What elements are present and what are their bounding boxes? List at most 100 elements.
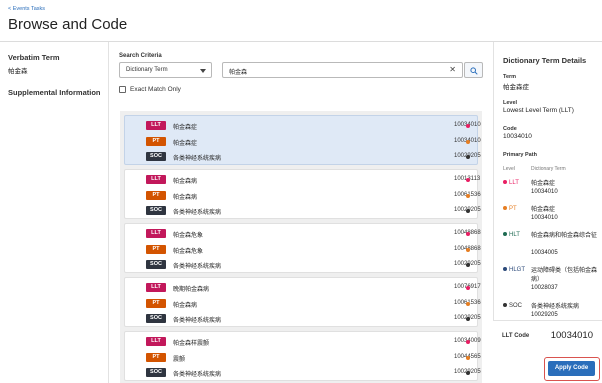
path-term-code: 10029205 — [531, 312, 558, 318]
search-button[interactable] — [464, 62, 483, 78]
result-row[interactable]: SOC各类神经系统疾病10029205 — [125, 150, 481, 164]
level-badge: PT — [146, 191, 166, 200]
level-badge: LLT — [146, 121, 166, 130]
result-card[interactable]: LLT帕金森危象10048868PT帕金森危象10048868SOC各类神经系统… — [124, 223, 481, 273]
level-dot-icon — [503, 303, 507, 308]
term-text: 各类神经系统疾病 — [173, 156, 222, 162]
term-text: 帕金森样震颤 — [173, 341, 210, 347]
path-term-code: 10034005 — [531, 250, 558, 256]
search-icon — [470, 67, 478, 75]
level-dot-icon — [466, 209, 470, 213]
path-level-label: HLGT — [509, 267, 526, 273]
term-text: 帕金森危象 — [173, 249, 204, 255]
results-list[interactable]: LLT帕金森症10034010PT帕金森症10034010SOC各类神经系统疾病… — [120, 111, 482, 383]
page-title: Browse and Code — [8, 16, 128, 33]
result-card[interactable]: LLT帕金森症10034010PT帕金森症10034010SOC各类神经系统疾病… — [124, 115, 481, 165]
chevron-down-icon — [200, 69, 206, 73]
level-badge: LLT — [146, 283, 166, 292]
result-card[interactable]: LLT帕金森病10013113PT帕金森病10061536SOC各类神经系统疾病… — [124, 169, 481, 219]
path-level-label: HLT — [509, 232, 520, 238]
result-row[interactable]: LLT帕金森症10034010 — [125, 119, 481, 133]
result-row[interactable]: PT帕金森症10034010 — [125, 135, 481, 149]
level-dot-icon — [503, 232, 507, 237]
result-row[interactable]: LLT帕金森样震颤10034009 — [125, 335, 481, 349]
path-level: HLGT — [503, 267, 525, 273]
level-badge: PT — [146, 137, 166, 146]
level-dot-icon — [466, 232, 470, 236]
level-dot-icon — [466, 155, 470, 159]
term-text: 晚期帕金森病 — [173, 287, 210, 293]
level-badge: SOC — [146, 260, 166, 269]
level-dot-icon — [466, 356, 470, 360]
level-badge: LLT — [146, 229, 166, 238]
search-panel: Search Criteria Dictionary Term 帕金森 ✕ Ex… — [110, 42, 492, 383]
path-level: PT — [503, 206, 517, 212]
result-row[interactable]: LLT晚期帕金森病10076917 — [125, 281, 481, 295]
result-row[interactable]: PT震颤10044565 — [125, 351, 481, 365]
primary-path-label: Primary Path — [503, 152, 537, 158]
checkbox-box[interactable] — [119, 86, 126, 93]
level-badge: LLT — [146, 175, 166, 184]
level-dot-icon — [466, 194, 470, 198]
back-link-events-tasks[interactable]: < Events Tasks — [8, 6, 45, 12]
term-text: 帕金森病 — [173, 195, 198, 201]
search-input[interactable]: 帕金森 ✕ — [222, 62, 463, 78]
apply-code-button[interactable]: Apply Code — [548, 361, 595, 376]
level-badge: PT — [146, 245, 166, 254]
code-label: Code — [503, 126, 517, 132]
level-dot-icon — [466, 302, 470, 306]
result-card[interactable]: LLT晚期帕金森病10076917PT帕金森病10061536SOC各类神经系统… — [124, 277, 481, 327]
apply-code-highlight: Apply Code — [544, 357, 600, 381]
level-dot-icon — [466, 371, 470, 375]
result-row[interactable]: PT帕金森危象10048868 — [125, 243, 481, 257]
top-header: < Events Tasks Browse and Code — [0, 0, 602, 42]
result-row[interactable]: PT帕金森病10061536 — [125, 297, 481, 311]
level-dot-icon — [503, 267, 507, 272]
result-row[interactable]: SOC各类神经系统疾病10029205 — [125, 258, 481, 272]
level-dot-icon — [466, 286, 470, 290]
exact-match-label: Exact Match Only — [130, 86, 181, 93]
term-text: 帕金森症 — [173, 141, 198, 147]
level-dot-icon — [503, 180, 507, 185]
result-row[interactable]: LLT帕金森危象10048868 — [125, 227, 481, 241]
search-criteria-label: Search Criteria — [119, 53, 162, 59]
supplemental-info-heading: Supplemental Information — [8, 88, 101, 97]
result-row[interactable]: SOC各类神经系统疾病10029205 — [125, 204, 481, 218]
term-text: 各类神经系统疾病 — [173, 264, 222, 270]
level-dot-icon — [466, 340, 470, 344]
search-input-value: 帕金森 — [229, 70, 248, 76]
llt-code-label: LLT Code — [502, 333, 530, 339]
level-dot-icon — [466, 317, 470, 321]
term-text: 帕金森病 — [173, 303, 198, 309]
verbatim-term-heading: Verbatim Term — [8, 53, 60, 62]
level-badge: PT — [146, 353, 166, 362]
clear-icon[interactable]: ✕ — [449, 65, 456, 74]
term-text: 各类神经系统疾病 — [173, 372, 222, 378]
term-text: 帕金森病 — [173, 179, 198, 185]
level-dot-icon — [466, 124, 470, 128]
result-row[interactable]: SOC各类神经系统疾病10029205 — [125, 366, 481, 380]
path-term-name: 运动障碍类（包括帕金森病） — [531, 268, 598, 283]
result-card[interactable]: LLT帕金森样震颤10034009PT震颤10044565SOC各类神经系统疾病… — [124, 331, 481, 381]
search-criteria-selected: Dictionary Term — [126, 67, 168, 73]
search-criteria-select[interactable]: Dictionary Term — [119, 62, 212, 78]
path-term-name: 帕金森病和帕金森综合征 — [531, 233, 598, 239]
path-term-code: 10034010 — [531, 215, 558, 221]
result-row[interactable]: PT帕金森病10061536 — [125, 189, 481, 203]
details-title: Dictionary Term Details — [503, 56, 587, 65]
result-row[interactable]: LLT帕金森病10013113 — [125, 173, 480, 187]
path-term-code: 10034010 — [531, 189, 558, 195]
llt-code-value: 10034010 — [550, 330, 593, 341]
term-text: 帕金森症 — [173, 125, 198, 131]
level-dot-icon — [466, 248, 470, 252]
level-dot-icon — [466, 178, 470, 182]
level-dot-icon — [466, 263, 470, 267]
term-value: 帕金森症 — [503, 84, 529, 91]
level-dot-icon — [503, 206, 507, 211]
level-badge: SOC — [146, 368, 166, 377]
level-label: Level — [503, 100, 518, 106]
left-panel: Verbatim Term 帕金森 Supplemental Informati… — [0, 42, 109, 383]
result-row[interactable]: SOC各类神经系统疾病10029205 — [125, 312, 481, 326]
level-value: Lowest Level Term (LLT) — [503, 107, 574, 114]
level-badge: LLT — [146, 337, 166, 346]
